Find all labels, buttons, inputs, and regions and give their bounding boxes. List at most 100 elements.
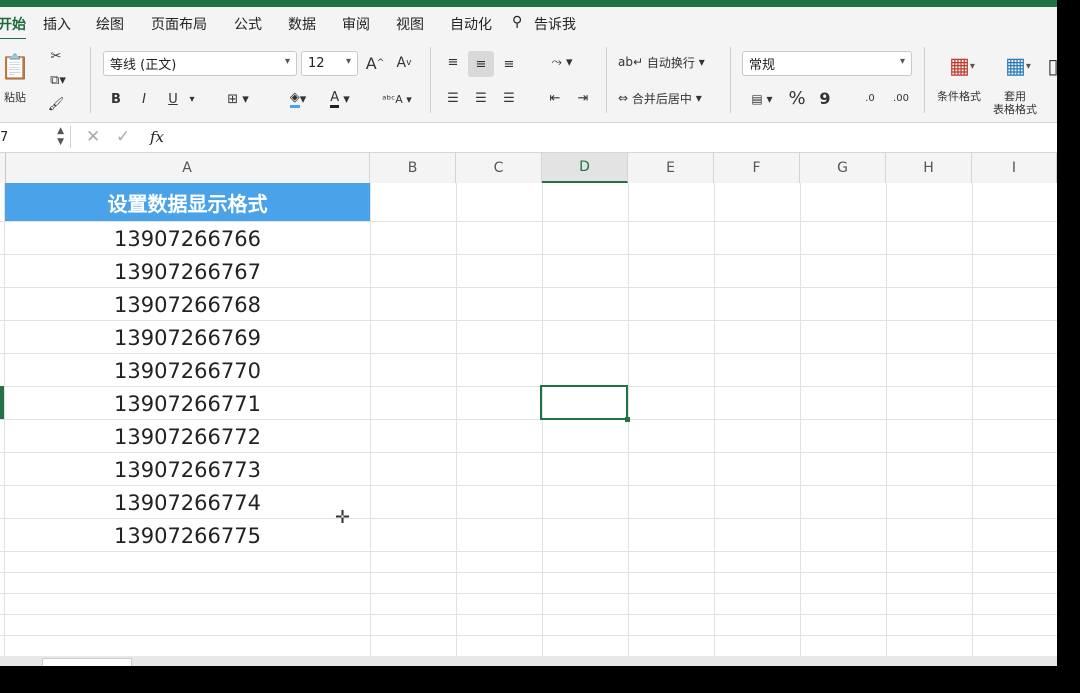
wrap-text-icon: ab↵ bbox=[618, 55, 644, 69]
chevron-down-icon: ▾ bbox=[345, 56, 351, 67]
chevron-down-icon[interactable]: ▾ bbox=[186, 89, 198, 109]
worksheet-grid[interactable]: 设置数据显示格式 13907266766 13907266767 1390726… bbox=[0, 183, 1057, 656]
format-painter-icon[interactable]: 🖌 bbox=[46, 95, 66, 113]
accounting-format-button[interactable]: ▤ ▾ bbox=[744, 89, 780, 109]
active-row-marker bbox=[0, 386, 4, 419]
tab-data[interactable]: 数据 bbox=[288, 14, 316, 34]
cell-value[interactable]: 13907266773 bbox=[5, 453, 370, 486]
increase-font-glyph: A bbox=[365, 53, 377, 73]
tab-page-layout[interactable]: 页面布局 bbox=[151, 14, 207, 34]
tab-home[interactable]: 开始 bbox=[0, 14, 26, 41]
increase-indent-icon[interactable]: ⇥ bbox=[572, 87, 594, 109]
cancel-icon[interactable]: ✕ bbox=[86, 127, 100, 147]
font-name-select[interactable]: 等线 (正文) ▾ bbox=[103, 51, 297, 76]
name-box[interactable]: 7 ▲ ▼ bbox=[0, 126, 71, 148]
insert-function-button[interactable]: fx bbox=[150, 128, 164, 146]
name-box-value: 7 bbox=[0, 129, 9, 145]
borders-button[interactable]: ⊞ ▾ bbox=[220, 89, 256, 109]
font-color-button[interactable]: A ▾ bbox=[322, 89, 358, 109]
format-as-table-label-2[interactable]: 表格格式 bbox=[993, 101, 1037, 117]
select-all-corner[interactable] bbox=[0, 153, 6, 183]
cell-a1-header[interactable]: 设置数据显示格式 bbox=[5, 183, 370, 221]
column-header-g[interactable]: G bbox=[800, 153, 886, 183]
align-bottom-icon[interactable]: ≡ bbox=[498, 53, 520, 75]
cell-value[interactable]: 13907266767 bbox=[5, 255, 370, 288]
font-color-glyph: A bbox=[330, 90, 340, 108]
cell-value[interactable]: 13907266769 bbox=[5, 321, 370, 354]
cell-value[interactable]: 13907266768 bbox=[5, 288, 370, 321]
column-header-d[interactable]: D bbox=[542, 153, 628, 183]
increase-decimal-button[interactable]: .0 bbox=[858, 87, 882, 109]
confirm-icon[interactable]: ✓ bbox=[116, 127, 130, 147]
bold-button[interactable]: B bbox=[107, 89, 125, 109]
cell-value[interactable]: 13907266775 bbox=[5, 519, 370, 552]
cell-cursor-icon: ✛ bbox=[335, 507, 351, 528]
align-left-icon[interactable]: ☰ bbox=[442, 87, 464, 109]
align-top-icon[interactable]: ≡ bbox=[442, 51, 464, 73]
align-center-icon[interactable]: ☰ bbox=[470, 87, 492, 109]
tab-view[interactable]: 视图 bbox=[396, 14, 424, 34]
tab-tell-me[interactable]: 告诉我 bbox=[534, 14, 576, 34]
decrease-font-button[interactable]: Av bbox=[393, 53, 415, 73]
excel-window: 开始 插入 绘图 页面布局 公式 数据 审阅 视图 自动化 ⚲ 告诉我 📋 粘贴… bbox=[0, 0, 1057, 666]
tab-review[interactable]: 审阅 bbox=[342, 14, 370, 34]
fill-color-button[interactable]: ◈ ▾ bbox=[280, 89, 316, 109]
column-header-e[interactable]: E bbox=[628, 153, 714, 183]
cut-icon[interactable]: ✂ bbox=[48, 47, 64, 65]
cell-value[interactable]: 13907266766 bbox=[5, 222, 370, 255]
paste-label: 粘贴 bbox=[4, 91, 26, 104]
italic-button[interactable]: I bbox=[135, 89, 153, 109]
cell-styles-icon[interactable]: ▯ bbox=[1046, 51, 1057, 81]
lightbulb-icon: ⚲ bbox=[512, 14, 523, 30]
separator bbox=[730, 47, 731, 113]
cell-value[interactable]: 13907266774 bbox=[5, 486, 370, 519]
separator bbox=[90, 47, 91, 113]
decrease-indent-icon[interactable]: ⇤ bbox=[544, 87, 566, 109]
paste-icon[interactable]: 📋 bbox=[0, 49, 30, 85]
format-as-table-icon[interactable]: ▦ ▾ bbox=[994, 51, 1042, 81]
conditional-format-icon[interactable]: ▦ ▾ bbox=[938, 51, 986, 81]
wrap-text-button[interactable]: ab↵ 自动换行 ▾ bbox=[618, 51, 718, 73]
column-header-c[interactable]: C bbox=[456, 153, 542, 183]
column-header-h[interactable]: H bbox=[886, 153, 972, 183]
formula-bar: 7 ▲ ▼ ✕ ✓ fx bbox=[0, 123, 1057, 153]
title-strip bbox=[0, 0, 1057, 7]
column-header-b[interactable]: B bbox=[370, 153, 456, 183]
conditional-format-label[interactable]: 条件格式 bbox=[937, 88, 981, 104]
cell-value[interactable]: 13907266771 bbox=[5, 387, 370, 420]
separator bbox=[430, 47, 431, 113]
cell-value[interactable]: 13907266770 bbox=[5, 354, 370, 387]
sheet-tab[interactable] bbox=[42, 658, 132, 666]
tab-automate[interactable]: 自动化 bbox=[450, 14, 492, 34]
wrap-text-label: 自动换行 bbox=[646, 55, 695, 70]
decrease-decimal-button[interactable]: .00 bbox=[888, 87, 914, 109]
sheet-tab-bar[interactable] bbox=[0, 656, 1057, 666]
percent-button[interactable]: % bbox=[786, 87, 808, 109]
phonetic-button[interactable]: ᵃᵇᶜA ▾ bbox=[378, 89, 416, 109]
cell-value[interactable]: 13907266772 bbox=[5, 420, 370, 453]
separator bbox=[924, 47, 925, 113]
tab-formulas[interactable]: 公式 bbox=[234, 14, 262, 34]
gridline bbox=[0, 635, 1057, 636]
active-cell-selection[interactable] bbox=[540, 385, 630, 422]
increase-font-button[interactable]: A ^ bbox=[364, 53, 386, 73]
ribbon-tabs: 开始 插入 绘图 页面布局 公式 数据 审阅 视图 自动化 ⚲ 告诉我 bbox=[0, 7, 1057, 41]
comma-style-button[interactable]: 9 bbox=[816, 87, 834, 109]
tab-insert[interactable]: 插入 bbox=[43, 14, 71, 34]
merge-center-button[interactable]: ⇔ 合并后居中 ▾ bbox=[618, 87, 728, 109]
font-name-value: 等线 (正文) bbox=[110, 58, 177, 73]
fill-bucket-icon: ◈ bbox=[289, 90, 300, 108]
tab-draw[interactable]: 绘图 bbox=[96, 14, 124, 34]
merge-center-label: 合并后居中 bbox=[631, 91, 692, 106]
number-format-select[interactable]: 常规 ▾ bbox=[742, 51, 912, 76]
font-size-select[interactable]: 12 ▾ bbox=[301, 51, 358, 76]
column-header-a[interactable]: A bbox=[5, 153, 370, 183]
align-right-icon[interactable]: ☰ bbox=[498, 87, 520, 109]
column-headers: A B C D E F G H I bbox=[5, 153, 1057, 184]
copy-icon[interactable]: ⧉▾ bbox=[46, 71, 70, 89]
underline-button[interactable]: U bbox=[163, 89, 183, 109]
align-middle-icon[interactable]: ≡ bbox=[468, 51, 494, 77]
orientation-button[interactable]: ⤳ ▾ bbox=[544, 51, 580, 73]
column-header-i[interactable]: I bbox=[972, 153, 1057, 183]
column-header-f[interactable]: F bbox=[714, 153, 800, 183]
